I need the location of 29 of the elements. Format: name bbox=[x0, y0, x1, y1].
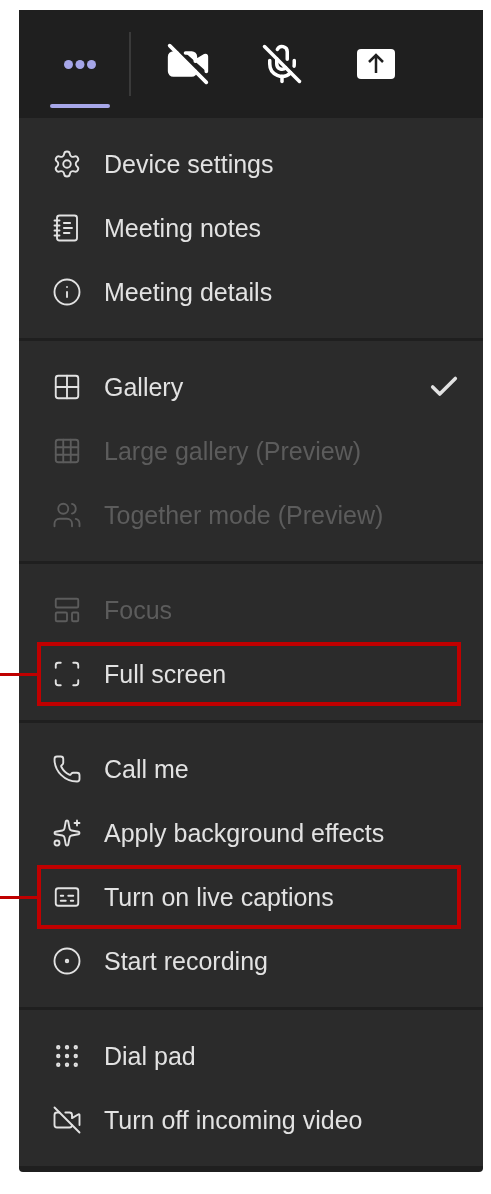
menu-item[interactable]: Meeting notes bbox=[37, 196, 461, 260]
layout-icon bbox=[52, 595, 82, 625]
video-off-icon bbox=[52, 1105, 82, 1135]
microphone-off-icon bbox=[261, 43, 303, 85]
menu-item[interactable]: Turn off incoming video bbox=[37, 1088, 461, 1152]
more-icon bbox=[64, 59, 96, 69]
leader-line bbox=[0, 896, 37, 899]
grid-icon bbox=[52, 372, 82, 402]
menu-item[interactable]: Dial pad bbox=[37, 1024, 461, 1088]
phone-icon bbox=[52, 754, 82, 784]
menu-item[interactable]: Gallery bbox=[37, 355, 461, 419]
people-icon bbox=[52, 500, 82, 530]
info-icon bbox=[52, 277, 82, 307]
menu-item[interactable]: Full screen bbox=[37, 642, 461, 706]
menu-item[interactable]: Call me bbox=[37, 737, 461, 801]
menu-item[interactable]: Turn on live captions bbox=[37, 865, 461, 929]
share-icon bbox=[356, 48, 396, 80]
camera-off-icon bbox=[166, 42, 210, 86]
selected-indicator bbox=[50, 104, 110, 108]
menu-item[interactable]: Start recording bbox=[37, 929, 461, 993]
menu-item[interactable]: Meeting details bbox=[37, 260, 461, 324]
record-icon bbox=[52, 946, 82, 976]
leader-line bbox=[0, 673, 37, 676]
menu-item[interactable]: Apply background effects bbox=[37, 801, 461, 865]
sparkle-icon bbox=[52, 818, 82, 848]
menu-item[interactable]: Device settings bbox=[37, 132, 461, 196]
grid-icon bbox=[52, 436, 82, 466]
fullscreen-icon bbox=[52, 659, 82, 689]
gear-icon bbox=[52, 149, 82, 179]
